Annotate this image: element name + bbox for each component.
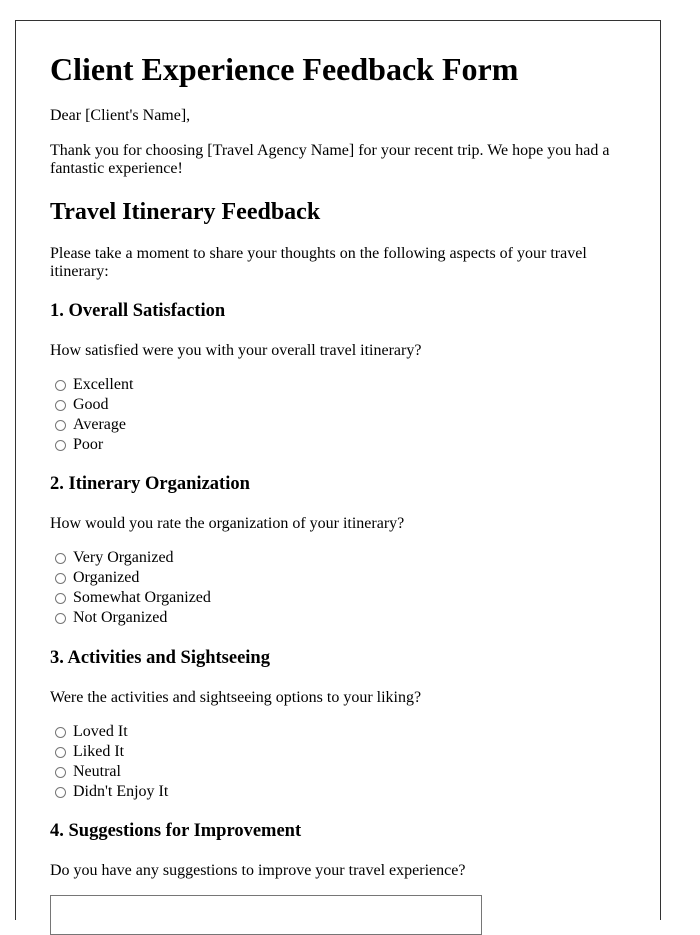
radio-option-good[interactable]: Good	[50, 395, 109, 415]
question-4-prompt: Do you have any suggestions to improve y…	[50, 862, 466, 879]
radio-button[interactable]	[55, 439, 66, 451]
radio-option-excellent[interactable]: Excellent	[50, 375, 133, 395]
radio-button[interactable]	[55, 419, 66, 431]
radio-option-poor[interactable]: Poor	[50, 435, 103, 455]
radio-option-loved-it[interactable]: Loved It	[50, 722, 128, 742]
radio-option-not-organized[interactable]: Not Organized	[50, 608, 167, 628]
radio-button[interactable]	[55, 726, 66, 738]
radio-button[interactable]	[55, 612, 66, 624]
section-title: Travel Itinerary Feedback	[50, 199, 321, 225]
page-title: Client Experience Feedback Form	[50, 51, 519, 87]
radio-option-neutral[interactable]: Neutral	[50, 762, 121, 782]
radio-option-didnt-enjoy-it[interactable]: Didn't Enjoy It	[50, 782, 168, 802]
radio-button[interactable]	[55, 572, 66, 584]
question-1-prompt: How satisfied were you with your overall…	[50, 342, 422, 359]
radio-button[interactable]	[55, 766, 66, 778]
question-2-heading: 2. Itinerary Organization	[50, 474, 250, 494]
radio-button[interactable]	[55, 786, 66, 798]
suggestions-textarea[interactable]	[50, 895, 482, 935]
radio-button[interactable]	[55, 592, 66, 604]
radio-option-very-organized[interactable]: Very Organized	[50, 548, 174, 568]
radio-button[interactable]	[55, 379, 66, 391]
intro-text: Thank you for choosing [Travel Agency Na…	[50, 142, 610, 177]
radio-option-organized[interactable]: Organized	[50, 568, 139, 588]
question-4-heading: 4. Suggestions for Improvement	[50, 821, 302, 841]
radio-button[interactable]	[55, 746, 66, 758]
radio-button[interactable]	[55, 399, 66, 411]
radio-option-average[interactable]: Average	[50, 415, 126, 435]
greeting: Dear [Client's Name],	[50, 107, 191, 124]
radio-option-liked-it[interactable]: Liked It	[50, 742, 124, 762]
question-1-heading: 1. Overall Satisfaction	[50, 301, 226, 321]
section-intro: Please take a moment to share your thoug…	[50, 245, 587, 280]
question-3-heading: 3. Activities and Sightseeing	[50, 648, 270, 668]
radio-option-somewhat-organized[interactable]: Somewhat Organized	[50, 588, 211, 608]
question-2-prompt: How would you rate the organization of y…	[50, 515, 405, 532]
form-container: Client Experience Feedback Form Dear [Cl…	[15, 20, 661, 935]
question-3-prompt: Were the activities and sightseeing opti…	[50, 689, 422, 706]
radio-button[interactable]	[55, 552, 66, 564]
